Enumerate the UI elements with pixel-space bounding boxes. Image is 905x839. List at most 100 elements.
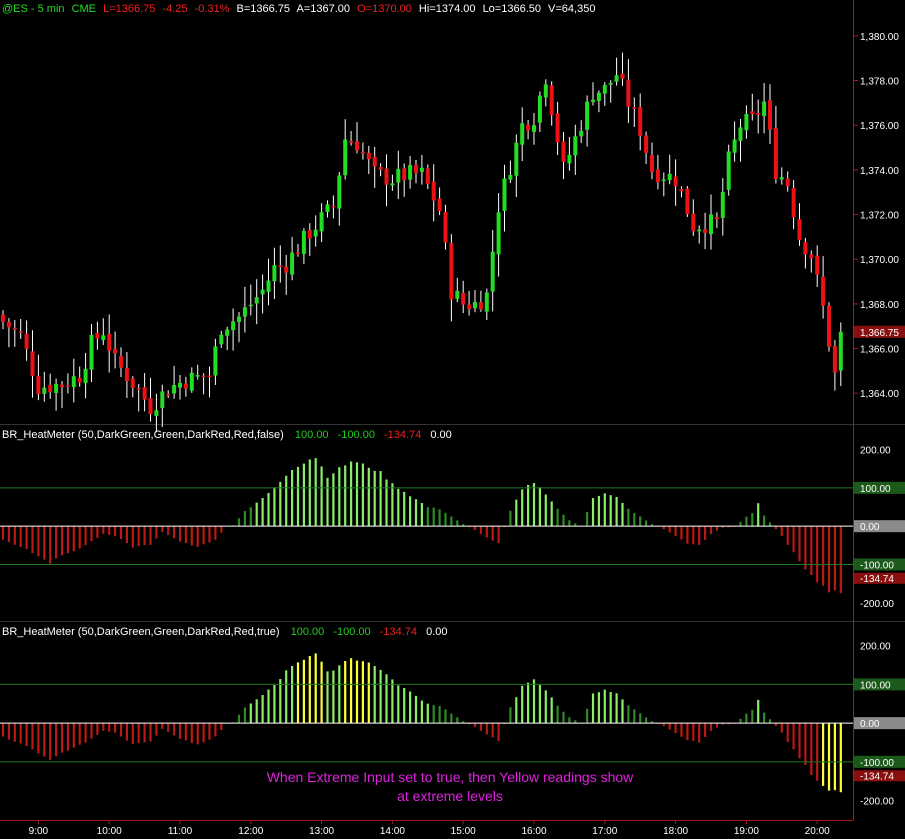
candle-body [596, 92, 601, 101]
candle-body [360, 151, 365, 154]
candle-body [473, 302, 477, 309]
candle-body [573, 136, 578, 156]
indicator-tick-label: -200.00 [860, 599, 894, 610]
annotation-line-2: at extreme levels [397, 788, 503, 804]
candle-body [685, 188, 690, 215]
candle-body [30, 351, 35, 376]
candle-body [720, 192, 725, 218]
candle-body [667, 173, 672, 181]
candle-body [602, 84, 607, 94]
candle-body [496, 212, 501, 255]
indicator-2-val-last: -134.74 [380, 626, 417, 638]
candle-body [591, 99, 595, 102]
candle-body [366, 152, 371, 160]
candle-body [319, 212, 324, 232]
candle-body [608, 82, 613, 85]
indicator-1-val-neg: -100.00 [338, 429, 375, 441]
candle-body [242, 307, 247, 317]
candle-body [142, 387, 147, 400]
candle-body [555, 113, 560, 143]
candle-body [189, 372, 194, 391]
candle-body [821, 276, 826, 306]
candle-body [296, 252, 300, 255]
candle-body [54, 383, 59, 393]
candle-body [714, 217, 719, 220]
candle-body [626, 79, 631, 107]
candle-body [514, 142, 519, 176]
candle-body [42, 387, 47, 394]
price-tick-label: 1,378.00 [860, 77, 899, 88]
candle-body [532, 125, 536, 132]
candle-body [107, 333, 112, 351]
candle-body [691, 213, 696, 232]
candle-body [744, 113, 749, 131]
candle-body [549, 85, 554, 116]
candle-body [24, 333, 29, 349]
candle-body [325, 204, 330, 212]
last-indicator-label: -134.74 [860, 771, 894, 782]
price-header: @ES - 5 min CME L=1366.75 -4.25 -0.31% B… [2, 3, 595, 15]
indicator-2-val-neg: -100.00 [333, 626, 370, 638]
candle-body [809, 254, 814, 259]
indicator-tick-label: 200.00 [860, 642, 891, 653]
header-change-pct: -0.31% [195, 3, 230, 15]
candle-body [455, 290, 460, 299]
candle-body [478, 302, 483, 310]
candle-body [449, 243, 454, 300]
time-tick-label: 10:00 [97, 826, 122, 837]
candle-body [195, 375, 200, 377]
candle-body [148, 398, 153, 415]
candle-body [183, 383, 188, 389]
candle-body [12, 327, 17, 330]
ref-pos-label: 100.00 [860, 680, 891, 691]
zero-label: 0.00 [860, 522, 880, 533]
time-tick-label: 19:00 [734, 826, 759, 837]
ref-neg-label: -100.00 [860, 758, 894, 769]
candle-body [119, 356, 123, 368]
time-tick-label: 15:00 [451, 826, 476, 837]
candle-body [697, 229, 702, 232]
candle-body [431, 181, 436, 201]
indicator-tick-label: -200.00 [860, 797, 894, 808]
candle-body [408, 165, 413, 180]
candle-body [343, 139, 348, 176]
candle-body [585, 101, 590, 130]
indicator-tick-label: 200.00 [860, 446, 891, 457]
candle-body [484, 292, 489, 312]
time-tick-label: 20:00 [805, 826, 830, 837]
candle-body [779, 177, 784, 180]
candle-body [425, 168, 430, 185]
candle-body [490, 251, 495, 292]
candle-body [254, 297, 259, 304]
candle-body [815, 255, 820, 275]
candle-body [6, 321, 11, 328]
candle-body [437, 198, 442, 212]
candle-body [178, 382, 182, 388]
price-tick-label: 1,368.00 [860, 300, 899, 311]
candle-body [827, 305, 831, 347]
candle-body [726, 151, 731, 190]
candle-body [773, 128, 778, 180]
candle-body [355, 141, 359, 151]
price-tick-label: 1,380.00 [860, 32, 899, 43]
candle-body [502, 178, 507, 211]
candle-body [738, 127, 743, 141]
candle-body [248, 304, 253, 307]
time-tick-label: 12:00 [238, 826, 263, 837]
candle-body [160, 391, 165, 409]
candle-body [526, 124, 531, 131]
chart-svg: @ES - 5 min CME L=1366.75 -4.25 -0.31% B… [0, 0, 905, 839]
candle-body [537, 95, 542, 123]
candle-body [750, 111, 755, 115]
header-ask: A=1367.00 [297, 3, 351, 15]
candle-body [48, 384, 53, 393]
candle-body [284, 266, 289, 273]
annotation-line-1: When Extreme Input set to true, then Yel… [267, 769, 634, 785]
candle-body [372, 156, 377, 167]
candle-body [402, 168, 407, 181]
candle-body [561, 141, 566, 163]
candle-body [313, 229, 318, 237]
candle-body [419, 167, 424, 172]
indicator-2-val-zero: 0.00 [426, 626, 447, 638]
candle-body [443, 211, 448, 243]
